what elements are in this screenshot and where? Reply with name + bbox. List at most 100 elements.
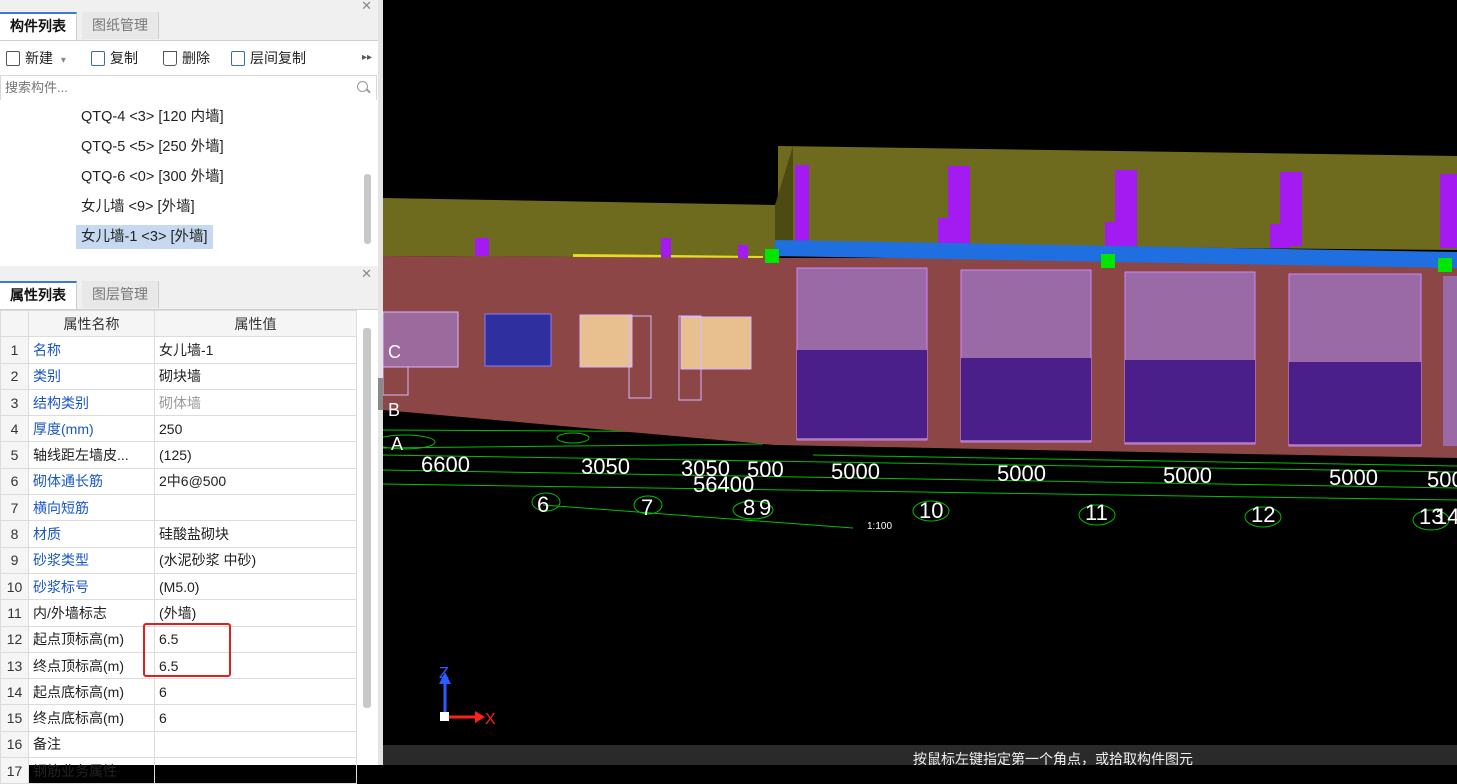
property-name: 材质: [28, 520, 155, 548]
property-name: 钢筋业务属性: [28, 757, 155, 784]
row-index: 10: [0, 572, 29, 601]
copy-icon: [231, 51, 245, 66]
chevron-down-icon[interactable]: ▾: [61, 55, 66, 66]
table-row[interactable]: 10 砂浆标号 (M5.0): [0, 572, 357, 601]
table-row[interactable]: 3 结构类别 砌体墙: [0, 388, 357, 417]
viewport-3d[interactable]: 6600 3050 3050 500 5000 5000 5000 5000 5…: [383, 0, 1457, 765]
left-panel: ✕ 构件列表 图纸管理 新建 ▾ 复制 删除 层间复制 ▸▸ QTQ-4 <3>…: [0, 0, 378, 784]
property-value[interactable]: (125): [154, 441, 357, 469]
column-header-value: 属性值: [154, 309, 357, 338]
row-index: 1: [0, 336, 29, 364]
panel-header-bar: ✕: [0, 266, 378, 282]
property-name: 终点顶标高(m): [28, 651, 155, 680]
x-axis-label: X: [485, 711, 496, 728]
table-row[interactable]: 14 起点底标高(m) 6: [0, 678, 357, 706]
axis-number: 9: [759, 495, 771, 520]
tree-scrollbar[interactable]: [364, 174, 371, 244]
row-index: 11: [0, 599, 29, 627]
delete-button[interactable]: 删除: [163, 47, 210, 69]
axis-number: 7: [641, 495, 653, 520]
tab-component-list[interactable]: 构件列表: [0, 12, 77, 40]
property-value[interactable]: [154, 494, 357, 522]
axis-number: 11: [1085, 500, 1108, 525]
table-row[interactable]: 4 厚度(mm) 250: [0, 415, 357, 443]
table-row[interactable]: 15 终点底标高(m) 6: [0, 704, 357, 732]
building-model[interactable]: 6600 3050 3050 500 5000 5000 5000 5000 5…: [383, 0, 1457, 745]
floor-copy-button[interactable]: 层间复制: [231, 47, 306, 69]
status-bar: 按鼠标左键指定第一个角点，或拾取构件图元: [383, 745, 1457, 765]
new-button[interactable]: 新建 ▾: [6, 47, 66, 69]
list-item[interactable]: 女儿墙 <9> [外墙]: [76, 195, 200, 219]
row-index: 15: [0, 704, 29, 732]
property-value[interactable]: 250: [154, 415, 357, 443]
axis-number: 14: [1435, 504, 1457, 529]
table-row[interactable]: 1 名称 女儿墙-1: [0, 336, 357, 364]
property-value[interactable]: [154, 730, 357, 759]
property-value[interactable]: 2中6@500: [154, 467, 357, 496]
property-value[interactable]: 砌体墙: [154, 388, 357, 417]
axis-number: 10: [919, 498, 943, 523]
table-row[interactable]: 8 材质 硅酸盐砌块: [0, 520, 357, 548]
search-icon[interactable]: [357, 81, 368, 92]
new-label: 新建: [25, 50, 53, 66]
list-item[interactable]: QTQ-5 <5> [250 外墙]: [76, 135, 229, 159]
copy-button[interactable]: 复制: [91, 47, 138, 69]
tab-layer-management[interactable]: 图层管理: [82, 281, 159, 308]
property-value[interactable]: 女儿墙-1: [154, 336, 357, 364]
property-name: 结构类别: [28, 388, 155, 417]
component-tree: QTQ-4 <3> [120 内墙] QTQ-5 <5> [250 外墙] QT…: [0, 100, 378, 260]
property-value[interactable]: 硅酸盐砌块: [154, 520, 357, 548]
copy-icon: [91, 51, 105, 66]
window-blue: [484, 313, 552, 367]
table-row[interactable]: 17 钢筋业务属性: [0, 757, 357, 784]
parapet-left: [383, 198, 775, 258]
delete-label: 删除: [182, 50, 210, 66]
list-item[interactable]: QTQ-6 <0> [300 外墙]: [76, 165, 229, 189]
property-name: 类别: [28, 362, 155, 390]
property-value[interactable]: 6: [154, 704, 357, 732]
dim-label: 56400: [693, 472, 754, 497]
tab-property-list[interactable]: 属性列表: [0, 281, 77, 309]
property-scrollbar[interactable]: [363, 328, 371, 708]
close-icon[interactable]: ✕: [361, 0, 372, 12]
dim-label: 5000: [1329, 465, 1378, 490]
row-index: 4: [0, 415, 29, 443]
property-value[interactable]: [154, 757, 357, 784]
close-icon[interactable]: ✕: [361, 267, 372, 280]
row-index: 5: [0, 441, 29, 469]
property-table: 属性名称 属性值 1 名称 女儿墙-1 2 类别 砌块墙 3 结构类别 砌体墙 4 厚度(mm) 25…: [0, 309, 357, 784]
property-name: 内/外墙标志: [28, 599, 155, 627]
list-item[interactable]: QTQ-4 <3> [120 内墙]: [76, 105, 229, 129]
tab-drawing-management[interactable]: 图纸管理: [82, 12, 159, 39]
row-index: 17: [0, 757, 29, 784]
property-name: 厚度(mm): [28, 415, 155, 443]
table-row[interactable]: 6 砌体通长筋 2中6@500: [0, 467, 357, 496]
table-row[interactable]: 5 轴线距左墙皮... (125): [0, 441, 357, 469]
window-tan-1: [579, 314, 633, 368]
table-row[interactable]: 2 类别 砌块墙: [0, 362, 357, 390]
copy-label: 复制: [110, 50, 138, 66]
property-tabs: 属性列表 图层管理: [0, 281, 378, 310]
table-row[interactable]: 9 砂浆类型 (水泥砂浆 中砂): [0, 546, 357, 574]
table-row[interactable]: 7 横向短筋: [0, 494, 357, 522]
property-value[interactable]: (水泥砂浆 中砂): [154, 546, 357, 574]
property-value[interactable]: (M5.0): [154, 572, 357, 601]
row-index: 7: [0, 494, 29, 522]
axis-number: 8: [743, 495, 755, 520]
property-name: 横向短筋: [28, 494, 155, 522]
highlight-box: [143, 623, 231, 677]
property-name: 终点底标高(m): [28, 704, 155, 732]
property-name: 起点顶标高(m): [28, 625, 155, 653]
list-item-selected[interactable]: 女儿墙-1 <3> [外墙]: [76, 225, 213, 249]
property-name: 砂浆标号: [28, 572, 155, 601]
table-row[interactable]: 16 备注: [0, 730, 357, 759]
table-header: 属性名称 属性值: [0, 309, 357, 338]
property-name: 备注: [28, 730, 155, 759]
search-input[interactable]: [1, 76, 339, 98]
property-value[interactable]: 砌块墙: [154, 362, 357, 390]
property-value[interactable]: 6: [154, 678, 357, 706]
more-icon[interactable]: ▸▸: [362, 47, 372, 69]
row-index: 9: [0, 546, 29, 574]
axis-number: 12: [1251, 502, 1275, 527]
component-tabs: 构件列表 图纸管理: [0, 12, 378, 41]
